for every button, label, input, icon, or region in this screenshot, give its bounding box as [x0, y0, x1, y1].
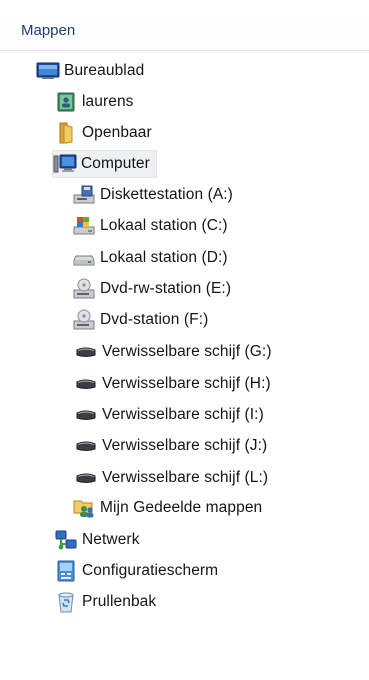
removable-drive-icon — [74, 341, 98, 363]
tree-item-mijn-gedeelde-mappen[interactable]: Mijn Gedeelde mappen — [72, 495, 262, 521]
folders-pane: Mappen Bureaublad laurens Openbaar Compu… — [0, 0, 369, 680]
tree-item-label: laurens — [82, 93, 134, 110]
tree-item-label: Netwerk — [82, 531, 140, 548]
tree-item-verwisselbare-schijf-i[interactable]: Verwisselbare schijf (I:) — [74, 402, 264, 428]
tree-item-label: Openbaar — [82, 124, 152, 141]
tree-item-prullenbak[interactable]: Prullenbak — [54, 589, 156, 615]
tree-item-computer[interactable]: Computer — [52, 150, 157, 178]
tree-item-label: Verwisselbare schijf (I:) — [102, 406, 264, 423]
desktop-icon — [36, 60, 60, 82]
tree-item-label: Mijn Gedeelde mappen — [100, 499, 263, 516]
control-panel-icon — [54, 560, 78, 582]
shared-folders-icon — [72, 497, 96, 519]
removable-drive-icon — [74, 467, 98, 489]
tree-item-diskettestation-a[interactable]: Diskettestation (A:) — [72, 182, 233, 208]
dvd-drive-icon — [72, 278, 96, 300]
tree-item-lokaal-station-d[interactable]: Lokaal station (D:) — [72, 245, 228, 271]
tree-item-label: Dvd-station (F:) — [100, 311, 209, 328]
tree-item-label: Prullenbak — [82, 593, 157, 610]
tree-item-label: Verwisselbare schijf (J:) — [102, 437, 268, 454]
tree-item-dvd-rw-station-e[interactable]: Dvd-rw-station (E:) — [72, 276, 231, 302]
tree-item-label: Computer — [81, 155, 150, 172]
tree-item-verwisselbare-schijf-h[interactable]: Verwisselbare schijf (H:) — [74, 371, 271, 397]
computer-icon — [53, 153, 77, 175]
tree-item-verwisselbare-schijf-g[interactable]: Verwisselbare schijf (G:) — [74, 339, 272, 365]
tree-item-verwisselbare-schijf-j[interactable]: Verwisselbare schijf (J:) — [74, 433, 267, 459]
folder-icon — [54, 122, 78, 144]
tree-item-dvd-station-f[interactable]: Dvd-station (F:) — [72, 307, 208, 333]
tree-item-label: Lokaal station (C:) — [100, 217, 228, 234]
tree-item-label: Verwisselbare schijf (L:) — [102, 469, 269, 486]
recycle-bin-icon — [54, 591, 78, 613]
tree-item-label: Verwisselbare schijf (G:) — [102, 343, 272, 360]
folders-pane-title: Mappen — [21, 22, 76, 39]
tree-item-configuratiescherm[interactable]: Configuratiescherm — [54, 558, 218, 584]
system-drive-icon — [72, 215, 96, 237]
tree-item-label: Configuratiescherm — [82, 562, 219, 579]
tree-item-verwisselbare-schijf-l[interactable]: Verwisselbare schijf (L:) — [74, 465, 268, 491]
network-icon — [54, 529, 78, 551]
tree-item-label: Diskettestation (A:) — [100, 186, 233, 203]
folders-pane-header[interactable]: Mappen — [0, 14, 369, 51]
user-folder-icon — [54, 91, 78, 113]
floppy-drive-icon — [72, 184, 96, 206]
tree-item-lokaal-station-c[interactable]: Lokaal station (C:) — [72, 213, 228, 239]
tree-item-label: Bureaublad — [64, 62, 145, 79]
tree-item-netwerk[interactable]: Netwerk — [54, 527, 140, 553]
tree-item-laurens[interactable]: laurens — [54, 89, 134, 115]
dvd-drive-icon — [72, 309, 96, 331]
tree-item-label: Lokaal station (D:) — [100, 249, 228, 266]
tree-item-label: Verwisselbare schijf (H:) — [102, 375, 271, 392]
tree-item-openbaar[interactable]: Openbaar — [54, 120, 152, 146]
tree-item-label: Dvd-rw-station (E:) — [100, 280, 232, 297]
removable-drive-icon — [74, 404, 98, 426]
removable-drive-icon — [74, 435, 98, 457]
removable-drive-icon — [74, 373, 98, 395]
hard-drive-icon — [72, 247, 96, 269]
tree-item-bureaublad[interactable]: Bureaublad — [36, 58, 144, 84]
